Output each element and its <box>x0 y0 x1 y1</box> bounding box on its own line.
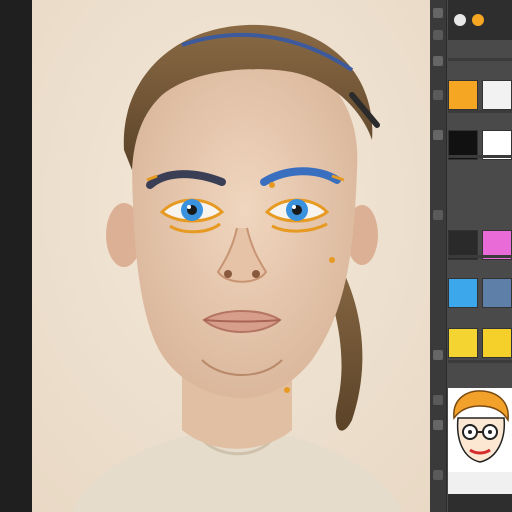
panel-divider <box>448 255 512 258</box>
portrait-artwork <box>32 0 430 512</box>
eraser-tool-icon[interactable] <box>433 30 443 40</box>
panel-divider <box>448 155 512 158</box>
eyedropper-tool-icon[interactable] <box>433 56 443 66</box>
drawing-canvas[interactable] <box>32 0 430 512</box>
swatch-orange[interactable] <box>448 80 478 110</box>
tool-rail <box>430 0 447 512</box>
undo-icon[interactable] <box>433 470 443 480</box>
hand-tool-icon[interactable] <box>433 350 443 360</box>
color-picker-icon[interactable] <box>433 130 443 140</box>
panel-header <box>448 0 512 40</box>
move-tool-icon[interactable] <box>433 395 443 405</box>
swatch-sky-blue[interactable] <box>448 278 478 308</box>
swatch-white[interactable] <box>482 80 512 110</box>
panel-divider <box>448 360 512 363</box>
swatch-yellow[interactable] <box>448 328 478 358</box>
panel-divider <box>448 110 512 113</box>
cartoon-face-thumbnail-icon <box>448 388 512 494</box>
brush-tool-icon[interactable] <box>433 8 443 18</box>
navigator-caption-bar <box>448 494 512 512</box>
left-toolbar-strip <box>0 0 32 512</box>
painting-app-window <box>0 0 512 512</box>
new-document-icon[interactable] <box>454 14 466 26</box>
layers-icon[interactable] <box>433 90 443 100</box>
settings-icon[interactable] <box>472 14 484 26</box>
swatch-yellow-2[interactable] <box>482 328 512 358</box>
rotate-tool-icon[interactable] <box>433 420 443 430</box>
swatch-steel-blue[interactable] <box>482 278 512 308</box>
navigator-preview[interactable] <box>448 388 512 494</box>
zoom-icon[interactable] <box>433 210 443 220</box>
panel-divider <box>448 58 512 61</box>
